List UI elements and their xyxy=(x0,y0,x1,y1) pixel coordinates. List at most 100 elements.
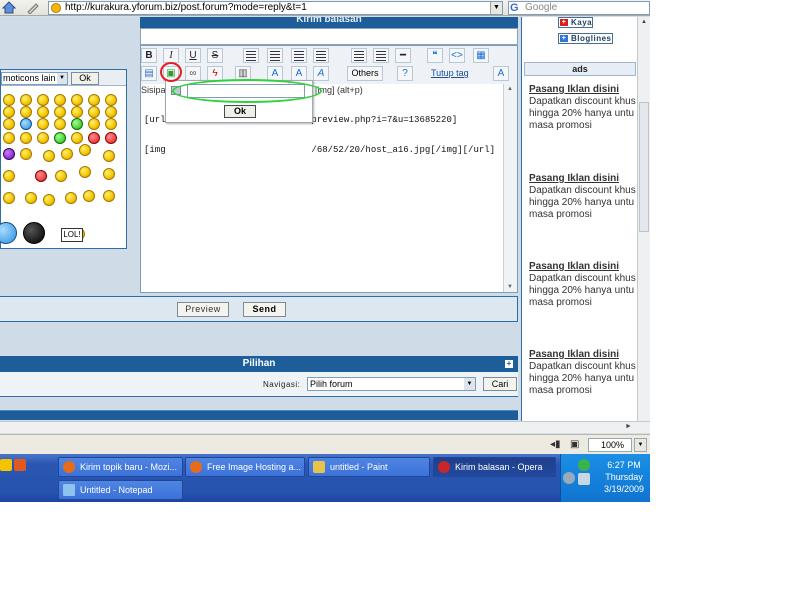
ad-title[interactable]: Pasang Iklan disini xyxy=(529,84,637,96)
smiley-icon[interactable] xyxy=(83,190,95,202)
flower-smiley-icon[interactable] xyxy=(0,222,17,244)
smiley-icon[interactable] xyxy=(37,132,49,144)
taskbar-button[interactable]: Untitled - Notepad xyxy=(58,480,183,500)
smiley-icon[interactable] xyxy=(88,132,100,144)
smiley-icon[interactable] xyxy=(88,106,100,118)
app-quicklaunch-icon[interactable] xyxy=(14,459,26,471)
table-button[interactable]: ▦ xyxy=(473,48,489,63)
smiley-icon[interactable] xyxy=(54,106,66,118)
send-button[interactable]: Send xyxy=(243,302,286,317)
editor-scrollbar[interactable]: ▲ ▼ xyxy=(503,84,517,292)
smiley-ok-button[interactable]: Ok xyxy=(71,72,99,85)
forum-select[interactable]: Pilih forum ▼ xyxy=(307,377,476,391)
ad-title[interactable]: Pasang Iklan disini xyxy=(529,261,637,273)
bold-button[interactable]: B xyxy=(141,48,157,63)
smiley-icon[interactable] xyxy=(103,150,115,162)
camera-icon[interactable]: ▣ xyxy=(570,439,582,450)
others-button[interactable]: Others xyxy=(347,66,383,81)
smiley-icon[interactable] xyxy=(37,106,49,118)
url-bar[interactable]: http://kurakura.yforum.biz/post.forum?mo… xyxy=(48,1,503,15)
ad-title[interactable]: Pasang Iklan disini xyxy=(529,173,637,185)
smiley-quicklaunch-icon[interactable] xyxy=(0,459,12,471)
smiley-icon[interactable] xyxy=(65,192,77,204)
help-icon[interactable]: ? xyxy=(397,66,413,81)
ad-block[interactable]: Pasang Iklan disini Dapatkan discount kh… xyxy=(529,349,637,397)
computer-icon[interactable] xyxy=(578,473,590,485)
smiley-icon[interactable] xyxy=(54,132,66,144)
justify-button[interactable] xyxy=(313,48,329,63)
url-dropdown-icon[interactable]: ▼ xyxy=(490,2,502,14)
align-right-button[interactable] xyxy=(291,48,307,63)
strikethrough-button[interactable]: S xyxy=(207,48,223,63)
smiley-icon[interactable] xyxy=(3,170,15,182)
scrollbar-thumb[interactable] xyxy=(639,102,649,232)
smiley-icon[interactable] xyxy=(105,118,117,130)
numbered-list-button[interactable] xyxy=(373,48,389,63)
taskbar-button[interactable]: Kirim topik baru - Mozi... xyxy=(58,457,183,477)
smiley-icon[interactable] xyxy=(20,94,32,106)
code-button[interactable]: <> xyxy=(449,48,465,63)
zoom-control[interactable]: 100% xyxy=(588,438,632,452)
search-input[interactable]: G Google xyxy=(508,1,650,15)
align-center-button[interactable] xyxy=(267,48,283,63)
scroll-up-icon[interactable]: ▲ xyxy=(507,86,513,92)
smiley-category-select[interactable]: moticons lain ▼ xyxy=(1,72,68,85)
smiley-icon[interactable] xyxy=(54,94,66,106)
smiley-icon[interactable] xyxy=(37,94,49,106)
link-icon[interactable]: ∞ xyxy=(185,66,201,81)
text-mode-button[interactable]: A xyxy=(493,66,509,81)
smiley-icon[interactable] xyxy=(20,106,32,118)
smiley-icon[interactable] xyxy=(20,148,32,160)
smiley-icon[interactable] xyxy=(71,94,83,106)
pencil-icon[interactable] xyxy=(26,1,40,15)
smiley-icon[interactable] xyxy=(20,132,32,144)
smiley-icon[interactable] xyxy=(3,148,15,160)
afro-smiley-icon[interactable] xyxy=(23,222,45,244)
scroll-up-icon[interactable]: ▲ xyxy=(641,19,647,25)
font-color-button[interactable]: ▤ xyxy=(141,66,157,81)
smiley-icon[interactable] xyxy=(3,94,15,106)
smiley-icon[interactable] xyxy=(88,94,100,106)
smiley-icon[interactable] xyxy=(105,106,117,118)
smiley-icon[interactable] xyxy=(105,94,117,106)
smiley-icon[interactable] xyxy=(103,168,115,180)
chevron-down-icon[interactable]: ▼ xyxy=(634,438,647,452)
align-left-button[interactable] xyxy=(243,48,259,63)
lol-sign[interactable]: LOL! xyxy=(61,228,83,242)
image-ok-button[interactable]: Ok xyxy=(224,105,256,118)
expand-icon[interactable]: + xyxy=(505,360,513,368)
smiley-icon[interactable] xyxy=(103,190,115,202)
tray-expand-icon[interactable] xyxy=(563,472,575,484)
ad-block[interactable]: Pasang Iklan disini Dapatkan discount kh… xyxy=(529,173,637,221)
underline-button[interactable]: U xyxy=(185,48,201,63)
smiley-icon[interactable] xyxy=(43,194,55,206)
smiley-icon[interactable] xyxy=(55,170,67,182)
home-icon[interactable] xyxy=(1,1,17,14)
smiley-icon[interactable] xyxy=(71,106,83,118)
scroll-right-icon[interactable]: ► xyxy=(625,423,632,430)
taskbar-button-active[interactable]: Kirim balasan - Opera xyxy=(433,457,556,477)
search-button[interactable]: Cari xyxy=(483,377,517,391)
font-face-button[interactable]: A xyxy=(291,66,307,81)
smiley-icon[interactable] xyxy=(43,150,55,162)
kaya-button[interactable]: + Kaya xyxy=(558,17,594,28)
subject-field[interactable] xyxy=(140,28,518,45)
speaker-icon[interactable]: ◂▮ xyxy=(550,439,562,450)
smiley-icon[interactable] xyxy=(88,118,100,130)
smiley-icon[interactable] xyxy=(3,132,15,144)
list-button[interactable] xyxy=(351,48,367,63)
smiley-icon[interactable] xyxy=(79,166,91,178)
smiley-icon[interactable] xyxy=(61,148,73,160)
font-style-button[interactable]: A xyxy=(313,66,329,81)
network-icon[interactable] xyxy=(578,459,590,471)
horizontal-rule-button[interactable]: ━ xyxy=(395,48,411,63)
scroll-down-icon[interactable]: ▼ xyxy=(507,284,513,290)
smiley-icon[interactable] xyxy=(105,132,117,144)
quote-button[interactable]: ❝ xyxy=(427,48,443,63)
smiley-icon[interactable] xyxy=(71,118,83,130)
close-tags-link[interactable]: Tutup tag xyxy=(431,68,469,78)
smiley-icon[interactable] xyxy=(3,192,15,204)
smiley-icon[interactable] xyxy=(25,192,37,204)
smiley-icon[interactable] xyxy=(71,132,83,144)
page-scrollbar[interactable]: ▲ ▼ xyxy=(637,17,650,433)
